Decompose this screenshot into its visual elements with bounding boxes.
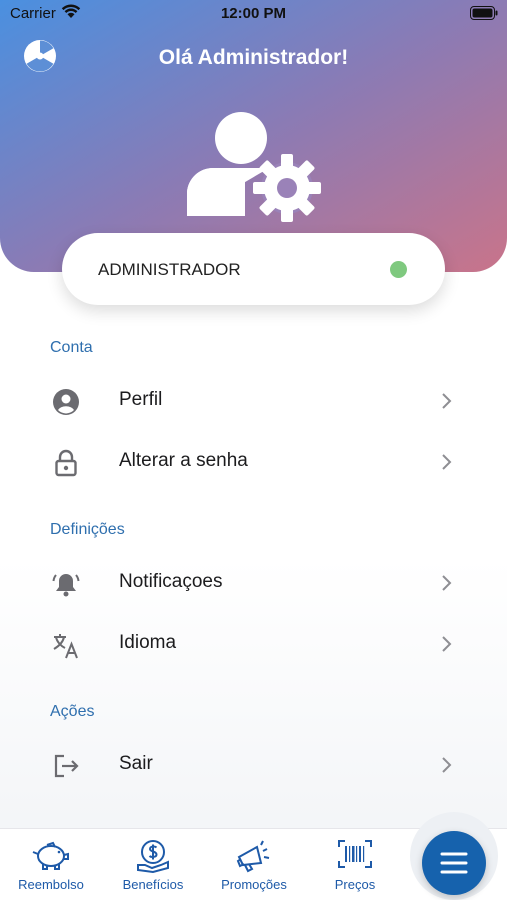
status-bar: Carrier 12:00 PM [0, 0, 507, 28]
piggy-bank-icon [31, 839, 71, 874]
menu-label-idioma: Idioma [119, 632, 177, 653]
role-card: ADMINISTRADOR [62, 233, 445, 305]
lock-icon [52, 449, 80, 477]
barcode-icon [337, 839, 373, 872]
menu-label-perfil: Perfil [119, 389, 163, 410]
greeting-title: Olá Administrador! [158, 46, 349, 69]
section-title-acoes: Ações [50, 703, 95, 720]
tab-precos[interactable]: Preços [310, 829, 400, 900]
tab-reembolso[interactable]: Reembolso [6, 829, 96, 900]
chevron-right-icon [440, 574, 452, 597]
section-title-definicoes: Definições [50, 521, 125, 538]
menu-item-sair[interactable]: Sair [0, 736, 507, 792]
translate-icon [52, 631, 80, 659]
bell-ringing-icon [52, 570, 80, 598]
hamburger-menu-icon [440, 852, 468, 874]
tab-label-precos: Preços [334, 877, 376, 892]
chevron-right-icon [440, 392, 452, 415]
tab-beneficios[interactable]: Benefícios [107, 829, 199, 900]
section-title-conta: Conta [50, 339, 93, 356]
battery-icon [470, 6, 498, 24]
clock: 12:00 PM [220, 5, 287, 22]
money-hand-icon [135, 839, 171, 876]
menu-item-idioma[interactable]: Idioma [0, 615, 507, 671]
menu-item-notificacoes[interactable]: Notificaçoes [0, 554, 507, 610]
tab-label-reembolso: Reembolso [18, 877, 84, 892]
role-label: ADMINISTRADOR [98, 260, 241, 279]
chevron-right-icon [440, 756, 452, 779]
main-menu-button[interactable] [422, 831, 486, 895]
chevron-right-icon [440, 453, 452, 476]
tab-promocoes[interactable]: Promoções [208, 829, 300, 900]
user-circle-icon [52, 388, 80, 416]
logout-icon [52, 752, 80, 780]
menu-item-perfil[interactable]: Perfil [0, 372, 507, 428]
menu-item-alterar-senha[interactable]: Alterar a senha [0, 433, 507, 489]
megaphone-icon [235, 839, 273, 876]
chevron-right-icon [440, 635, 452, 658]
tab-label-beneficios: Benefícios [122, 877, 184, 892]
menu-label-notificacoes: Notificaçoes [119, 571, 223, 592]
user-settings-icon [185, 108, 321, 229]
menu-label-alterar-senha: Alterar a senha [119, 450, 248, 471]
menu-label-sair: Sair [119, 753, 153, 774]
online-status-dot [390, 261, 407, 278]
tab-label-promocoes: Promoções [221, 877, 287, 892]
